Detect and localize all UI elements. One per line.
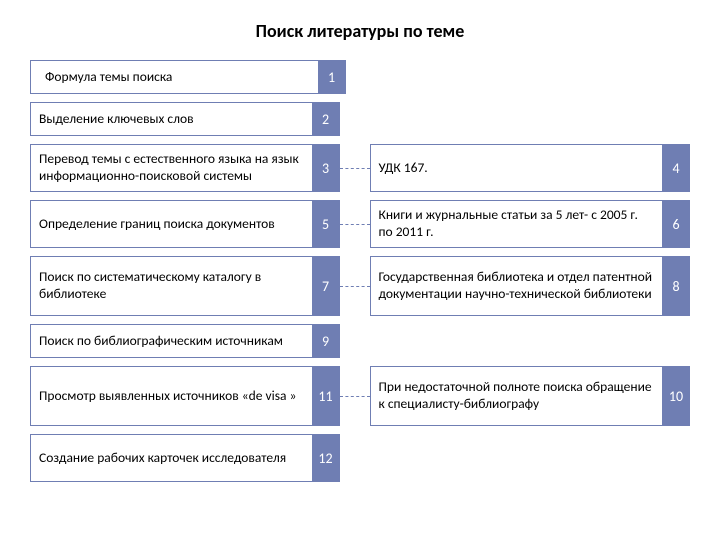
detail-number: 6 <box>662 200 690 248</box>
detail-text: Книги и журнальные статьи за 5 лет- с 20… <box>370 200 664 248</box>
step-row: Перевод темы с естественного языка на яз… <box>30 144 690 192</box>
page-title: Поиск литературы по теме <box>30 20 690 42</box>
detail-number: 8 <box>662 256 690 316</box>
step-text: Поиск по систематическому каталогу в биб… <box>30 256 313 316</box>
step-row: Поиск по библиографическим источникам 9 <box>30 324 690 358</box>
step-row: Просмотр выявленных источников «de visa … <box>30 366 690 426</box>
detail-text: Государственная библиотека и отдел патен… <box>370 256 664 316</box>
step-row: Определение границ поиска документов 5 К… <box>30 200 690 248</box>
step-row: Формула темы поиска 1 <box>30 60 690 94</box>
step-text: Выделение ключевых слов <box>30 102 313 136</box>
step-number: 2 <box>312 102 340 136</box>
step-text: Перевод темы с естественного языка на яз… <box>30 144 313 192</box>
step-text: Поиск по библиографическим источникам <box>30 324 313 358</box>
step-text: Формула темы поиска <box>30 60 319 94</box>
step-row: Создание рабочих карточек исследователя … <box>30 434 690 482</box>
connector <box>340 366 370 426</box>
detail-number: 4 <box>662 144 690 192</box>
step-row: Поиск по систематическому каталогу в биб… <box>30 256 690 316</box>
step-number: 7 <box>312 256 340 316</box>
step-text: Просмотр выявленных источников «de visa … <box>30 366 313 426</box>
connector <box>340 200 370 248</box>
step-text: Создание рабочих карточек исследователя <box>30 434 313 482</box>
step-row: Выделение ключевых слов 2 <box>30 102 690 136</box>
step-number: 12 <box>312 434 340 482</box>
step-number: 5 <box>312 200 340 248</box>
detail-text: УДК 167. <box>370 144 664 192</box>
connector <box>340 144 370 192</box>
step-number: 11 <box>312 366 340 426</box>
detail-text: При недостаточной полноте поиска обращен… <box>370 366 664 426</box>
step-number: 9 <box>312 324 340 358</box>
detail-number: 10 <box>662 366 690 426</box>
step-text: Определение границ поиска документов <box>30 200 313 248</box>
step-number: 1 <box>318 60 346 94</box>
step-number: 3 <box>312 144 340 192</box>
connector <box>340 256 370 316</box>
